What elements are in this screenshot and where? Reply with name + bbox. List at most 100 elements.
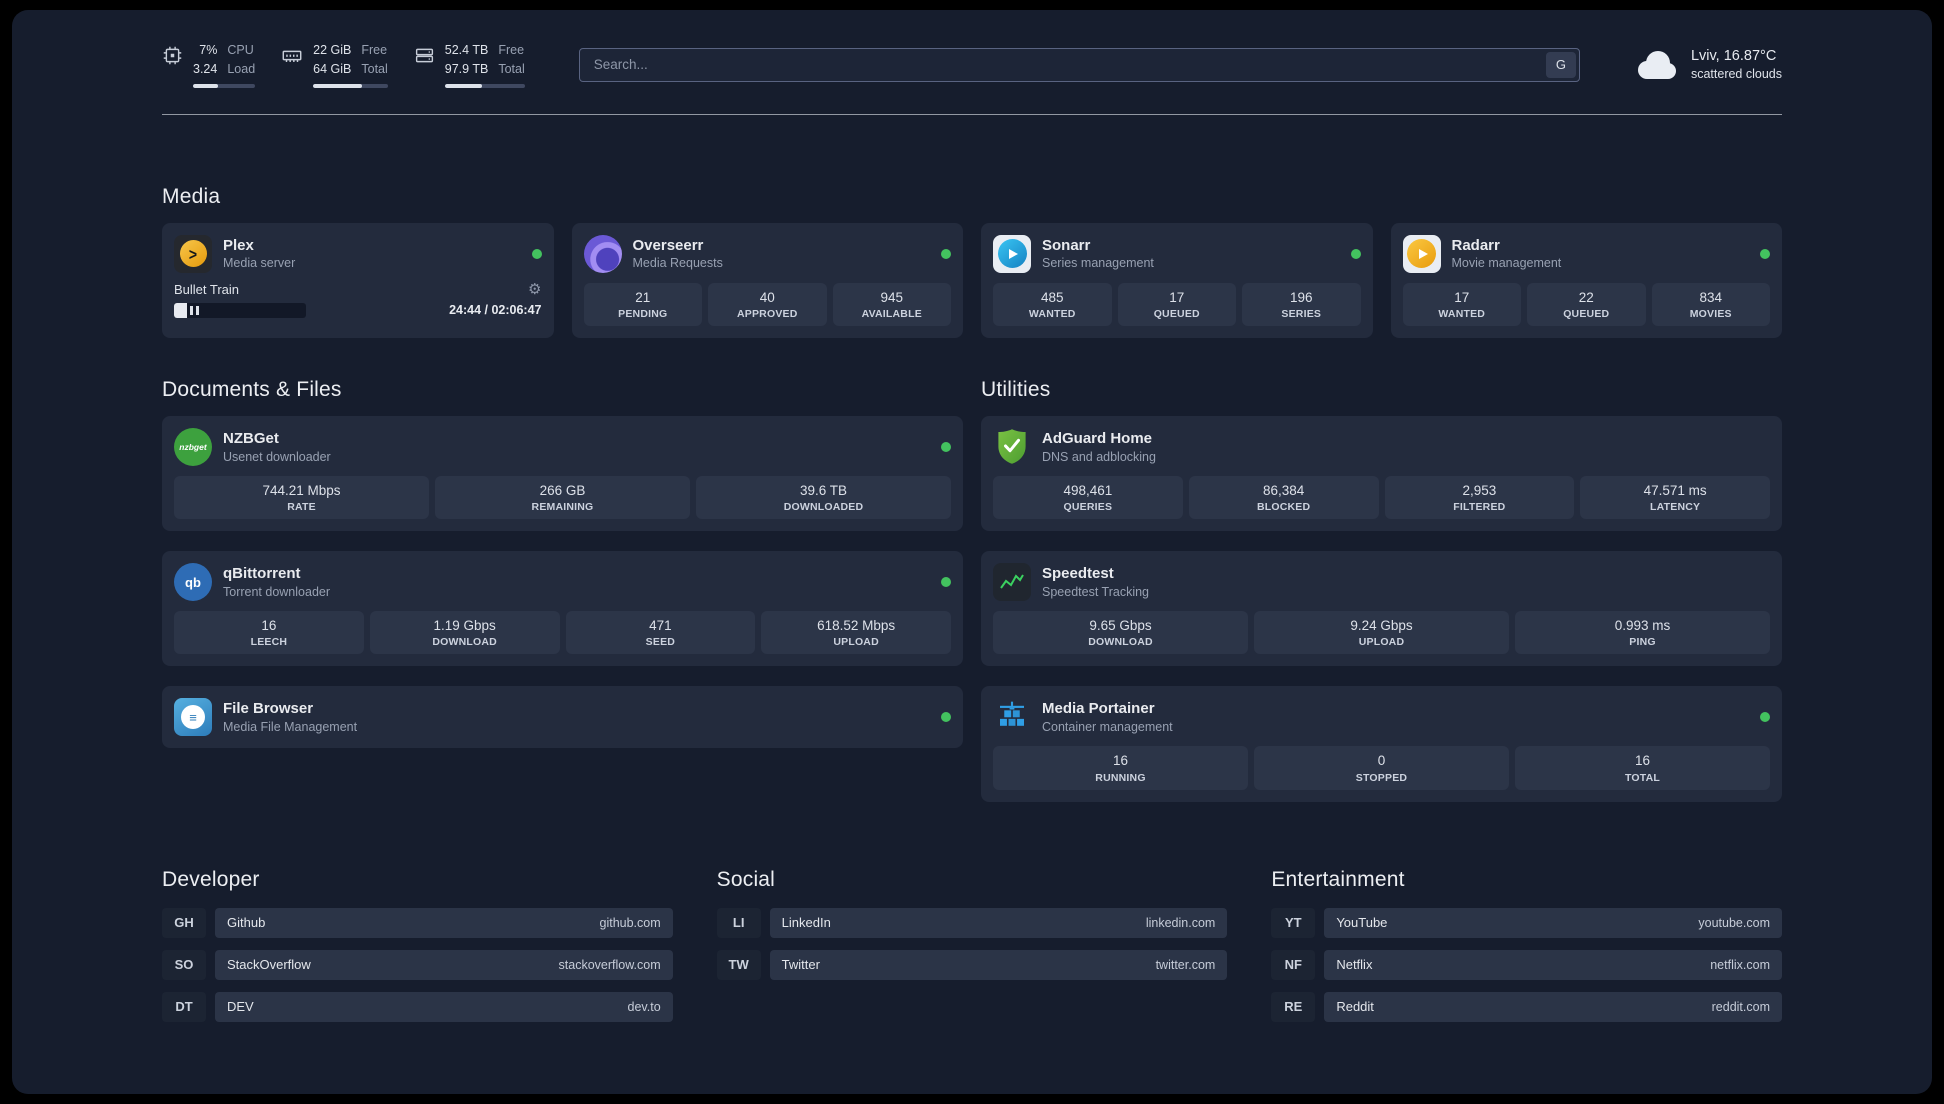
app-name: Radarr	[1451, 236, 1500, 254]
stat-tile-seed: 471 SEED	[565, 611, 756, 655]
stat-label: BLOCKED	[1256, 501, 1311, 514]
stat-value: 9.24 Gbps	[1350, 618, 1413, 634]
memory-total-label: Total	[361, 61, 388, 76]
bookmark-url: youtube.com	[1698, 915, 1770, 930]
bookmark-link[interactable]: LinkedIn linkedin.com	[769, 907, 1228, 938]
app-text: Speedtest Speedtest Tracking	[1042, 564, 1149, 600]
stat-tile-queries: 498,461 QUERIES	[993, 475, 1183, 520]
app-card-header: Overseerr Media Requests	[583, 234, 951, 273]
stat-label: TOTAL	[1624, 771, 1661, 784]
search-input[interactable]	[578, 47, 1580, 82]
media-grid: > Plex Media server Bullet Train ⚙ 24:44…	[162, 222, 1782, 338]
bookmark-link[interactable]: Netflix netflix.com	[1324, 949, 1782, 980]
pause-icon[interactable]	[190, 305, 199, 315]
playback-progress-bar[interactable]	[174, 302, 306, 318]
stat-tile-latency: 47.571 ms LATENCY	[1580, 475, 1770, 520]
overseerr-icon	[583, 234, 622, 273]
documents-cards: nzbget NZBGet Usenet downloader 744.21 M…	[162, 415, 963, 749]
bookmark-netflix[interactable]: NF Netflix netflix.com	[1271, 949, 1782, 980]
section-documents: Documents & Files nzbget NZBGet Usenet d…	[162, 378, 963, 749]
section-title-media: Media	[162, 184, 221, 208]
bookmark-dev[interactable]: DT DEV dev.to	[162, 991, 673, 1022]
storage-total-label: Total	[498, 61, 525, 76]
app-name: Speedtest	[1042, 565, 1114, 583]
stat-label: DOWNLOAD	[1088, 636, 1153, 649]
app-card-header: ≡ File Browser Media File Management	[174, 698, 951, 737]
memory-icon	[282, 50, 302, 62]
app-card-speedtest[interactable]: Speedtest Speedtest Tracking 9.65 Gbps D…	[981, 551, 1782, 667]
bookmark-github[interactable]: GH Github github.com	[162, 907, 673, 938]
stat-label: UPLOAD	[1358, 636, 1405, 649]
bookmark-name: DEV	[227, 999, 254, 1014]
stat-value: 498,461	[1063, 482, 1113, 498]
storage-free-value: 52.4 TB	[444, 43, 489, 57]
stats-row: 16 LEECH 1.19 Gbps DOWNLOAD 471 SEED 618…	[174, 611, 951, 655]
weather-condition: scattered clouds	[1690, 67, 1782, 82]
stats-row: 17 WANTED 22 QUEUED 834 MOVIES	[1402, 282, 1770, 326]
stat-tile-upload: 9.24 Gbps UPLOAD	[1254, 611, 1509, 655]
status-online-dot	[941, 712, 951, 723]
app-description: Movie management	[1451, 256, 1562, 271]
stat-value: 16	[1112, 753, 1129, 769]
section-title-utilities: Utilities	[981, 377, 1051, 401]
bookmark-linkedin[interactable]: LI LinkedIn linkedin.com	[716, 907, 1228, 938]
stat-value: 2,953	[1462, 482, 1497, 498]
storage-icon	[415, 48, 433, 63]
bookmark-name: LinkedIn	[781, 915, 831, 930]
now-playing-widget: Bullet Train ⚙ 24:44 / 02:06:47	[174, 282, 542, 318]
now-playing-title: Bullet Train	[174, 281, 240, 297]
status-online-dot	[941, 441, 951, 452]
stat-value: 47.571 ms	[1643, 482, 1707, 498]
bookmark-group-entertainment: Entertainment YT YouTube youtube.com NF …	[1271, 868, 1782, 1022]
app-card-qbittorrent[interactable]: qb qBittorrent Torrent downloader 16 LEE…	[162, 551, 963, 667]
app-card-header: AdGuard Home DNS and adblocking	[993, 428, 1770, 466]
bookmark-icon: LI	[716, 907, 761, 938]
gear-icon[interactable]: ⚙	[528, 282, 541, 297]
bookmark-twitter[interactable]: TW Twitter twitter.com	[716, 949, 1228, 980]
dashboard-container: 7% 3.24 CPU Load 22 GiB 64 GiB Free Tota…	[162, 10, 1782, 1022]
stat-label: REMAINING	[531, 501, 594, 514]
bookmark-stackoverflow[interactable]: SO StackOverflow stackoverflow.com	[162, 949, 673, 980]
bookmark-icon: GH	[162, 907, 206, 938]
stat-label: RUNNING	[1095, 771, 1146, 784]
app-card-radarr[interactable]: Radarr Movie management 17 WANTED 22 QUE…	[1390, 222, 1782, 338]
bookmark-link[interactable]: Reddit reddit.com	[1324, 991, 1782, 1022]
stat-tile-upload: 618.52 Mbps UPLOAD	[761, 611, 951, 655]
stat-label: QUERIES	[1063, 501, 1113, 514]
header-divider	[162, 113, 1782, 115]
app-card-portainer[interactable]: Media Portainer Container management 16 …	[981, 686, 1782, 802]
bookmark-reddit[interactable]: RE Reddit reddit.com	[1271, 991, 1782, 1022]
weather-widget: Lviv, 16.87°C scattered clouds	[1634, 47, 1782, 83]
bookmark-name: YouTube	[1336, 915, 1388, 930]
memory-free-value: 22 GiB	[313, 43, 352, 57]
app-text: Radarr Movie management	[1452, 236, 1562, 272]
app-card-overseerr[interactable]: Overseerr Media Requests 21 PENDING 40 A…	[571, 222, 963, 338]
bookmark-link[interactable]: DEV dev.to	[215, 991, 673, 1022]
bookmark-link[interactable]: Github github.com	[215, 907, 673, 938]
stat-label: MOVIES	[1689, 307, 1732, 320]
app-name: Overseerr	[632, 236, 704, 254]
bookmark-items: LI LinkedIn linkedin.com TW Twitter twit…	[716, 907, 1228, 980]
bookmark-link[interactable]: StackOverflow stackoverflow.com	[215, 949, 673, 980]
bookmark-icon: YT	[1271, 907, 1316, 938]
bookmark-link[interactable]: YouTube youtube.com	[1324, 907, 1782, 938]
app-name: qBittorrent	[223, 565, 301, 583]
cpu-icon	[163, 46, 182, 65]
app-card-filebrowser[interactable]: ≡ File Browser Media File Management	[162, 686, 963, 749]
bookmark-youtube[interactable]: YT YouTube youtube.com	[1271, 907, 1782, 938]
stats-row: 744.21 Mbps RATE 266 GB REMAINING 39.6 T…	[174, 475, 951, 520]
app-name: Plex	[223, 236, 254, 254]
app-card-sonarr[interactable]: Sonarr Series management 485 WANTED 17 Q…	[981, 222, 1373, 338]
bookmark-group-title: Entertainment	[1271, 867, 1405, 891]
stat-value: 945	[880, 289, 904, 305]
bookmark-items: YT YouTube youtube.com NF Netflix netfli…	[1271, 907, 1782, 1022]
app-card-plex[interactable]: > Plex Media server Bullet Train ⚙ 24:44…	[162, 222, 554, 338]
app-card-nzbget[interactable]: nzbget NZBGet Usenet downloader 744.21 M…	[162, 415, 963, 532]
stat-tile-blocked: 86,384 BLOCKED	[1188, 475, 1379, 520]
app-description: Media server	[223, 256, 296, 271]
stat-label: UPLOAD	[833, 636, 879, 649]
search-engine-button[interactable]: G	[1545, 51, 1576, 78]
section-media: Media > Plex Media server Bullet Train ⚙	[162, 185, 1782, 338]
app-card-adguard[interactable]: AdGuard Home DNS and adblocking 498,461 …	[981, 415, 1782, 532]
bookmark-link[interactable]: Twitter twitter.com	[769, 949, 1228, 980]
